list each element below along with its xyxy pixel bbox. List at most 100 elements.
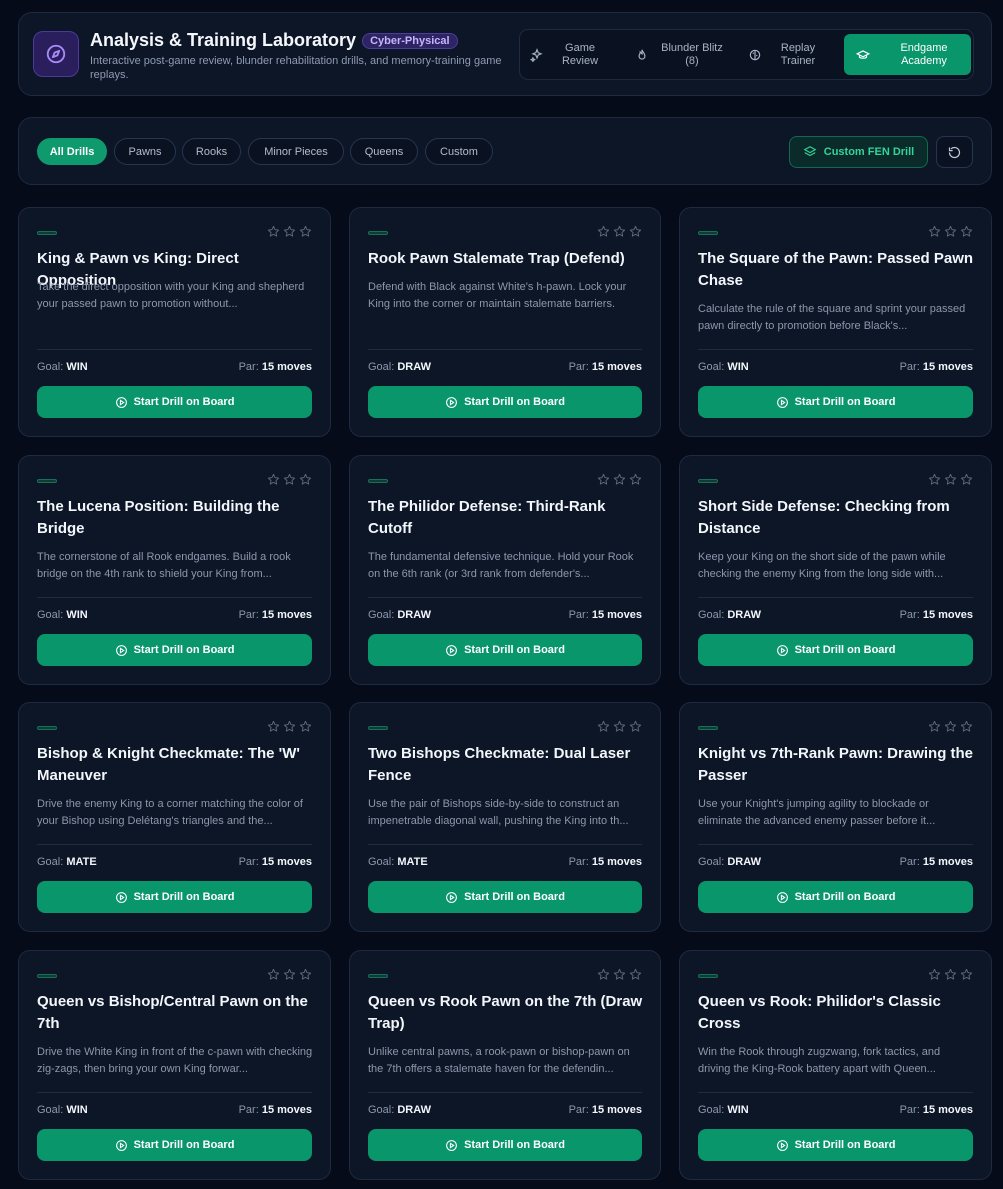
divider (37, 844, 312, 845)
divider (698, 1092, 973, 1093)
drill-description: Take the direct opposition with your Kin… (37, 281, 305, 310)
filter-chip-rooks[interactable]: Rooks (182, 138, 241, 165)
play-circle-icon (115, 891, 127, 903)
star-icon (267, 473, 280, 485)
goal-label: Goal: (368, 609, 395, 621)
flame-icon (638, 49, 646, 60)
brain-icon (749, 49, 761, 60)
start-drill-label: Start Drill on Board (464, 891, 565, 903)
drill-card: Queen vs Rook: Philidor's Classic Cross … (679, 950, 992, 1180)
par-label: Par: (899, 856, 920, 868)
drill-description: Calculate the rule of the square and spr… (698, 303, 966, 332)
play-circle-icon (446, 644, 457, 656)
goal-value: WIN (66, 1104, 88, 1116)
drill-goal: Goal: DRAW (368, 609, 431, 621)
star-icon (267, 225, 280, 237)
start-drill-button[interactable]: Start Drill on Board (368, 881, 642, 913)
star-rating (928, 225, 973, 238)
star-icon (928, 225, 941, 237)
start-drill-button[interactable]: Start Drill on Board (698, 386, 973, 418)
star-icon (960, 473, 973, 485)
start-drill-button[interactable]: Start Drill on Board (368, 1129, 642, 1161)
start-drill-button[interactable]: Start Drill on Board (698, 881, 973, 913)
reset-button[interactable] (936, 136, 973, 168)
filter-chip-pawns[interactable]: Pawns (114, 138, 176, 165)
start-drill-button[interactable]: Start Drill on Board (37, 386, 312, 418)
star-rating (597, 473, 642, 486)
category-tag (698, 231, 718, 235)
category-tag (37, 479, 57, 483)
custom-fen-drill-button[interactable]: Custom FEN Drill (789, 136, 928, 168)
star-icon (283, 968, 296, 980)
start-drill-label: Start Drill on Board (133, 396, 235, 408)
drill-card: Queen vs Bishop/Central Pawn on the 7th … (18, 950, 331, 1180)
drill-goal: Goal: DRAW (368, 1104, 431, 1116)
play-circle-icon (446, 396, 457, 408)
drill-title: The Square of the Pawn: Passed Pawn Chas… (698, 250, 974, 289)
drill-goal: Goal: WIN (698, 1104, 749, 1116)
divider (368, 597, 642, 598)
start-drill-button[interactable]: Start Drill on Board (698, 634, 973, 666)
drill-description: Drive the White King in front of the c-p… (37, 1046, 313, 1075)
drill-par: Par: 15 moves (569, 1104, 642, 1116)
drill-title: Knight vs 7th-Rank Pawn: Drawing the Pas… (698, 745, 974, 784)
filter-chip-custom[interactable]: Custom (425, 138, 493, 165)
start-drill-button[interactable]: Start Drill on Board (368, 386, 642, 418)
drill-goal: Goal: DRAW (698, 609, 761, 621)
drill-par: Par: 15 moves (569, 361, 642, 373)
drill-description: Defend with Black against White's h-pawn… (368, 281, 627, 310)
divider (368, 844, 642, 845)
goal-value: WIN (727, 361, 749, 373)
star-rating (597, 968, 642, 981)
tab-endgame-academy[interactable]: Endgame Academy (844, 34, 971, 75)
drill-par: Par: 15 moves (569, 609, 642, 621)
drill-description: Use the pair of Bishops side-by-side to … (368, 798, 629, 827)
start-drill-button[interactable]: Start Drill on Board (37, 634, 312, 666)
tab-blunder-blitz[interactable]: Blunder Blitz (8) (635, 34, 737, 75)
tab-game-review[interactable]: Game Review (530, 34, 625, 75)
tab-label: Blunder Blitz (8) (661, 41, 723, 67)
app-header: Analysis & Training Laboratory Cyber-Phys… (18, 12, 992, 96)
drill-title: The Philidor Defense: Third-Rank Cutoff (368, 498, 606, 537)
drill-goal: Goal: WIN (37, 1104, 88, 1116)
star-rating (928, 473, 973, 486)
play-circle-icon (776, 891, 788, 903)
filter-chip-queens[interactable]: Queens (350, 138, 418, 165)
star-icon (928, 968, 941, 980)
start-drill-button[interactable]: Start Drill on Board (368, 634, 642, 666)
filter-bar: All Drills Pawns Rooks Minor Pieces Quee… (18, 117, 992, 185)
star-rating (267, 225, 312, 238)
filter-chip-all-drills[interactable]: All Drills (37, 138, 107, 165)
star-icon (299, 473, 312, 485)
start-drill-label: Start Drill on Board (794, 644, 896, 656)
custom-fen-label: Custom FEN Drill (823, 146, 915, 158)
category-tag (368, 231, 388, 235)
filter-chip-minor-pieces[interactable]: Minor Pieces (248, 138, 344, 165)
drill-description: Keep your King on the short side of the … (698, 551, 946, 580)
start-drill-button[interactable]: Start Drill on Board (37, 1129, 312, 1161)
start-drill-button[interactable]: Start Drill on Board (698, 1129, 973, 1161)
drill-goal: Goal: MATE (368, 856, 428, 868)
graduation-cap-icon (856, 49, 870, 59)
star-rating (267, 473, 312, 486)
drill-title: Queen vs Bishop/Central Pawn on the 7th (37, 993, 308, 1032)
start-drill-label: Start Drill on Board (464, 1139, 565, 1151)
tab-label: Game Review (561, 41, 599, 67)
goal-value: DRAW (397, 1104, 431, 1116)
divider (698, 844, 973, 845)
star-icon (267, 968, 280, 980)
mode-badge: Cyber-Physical (362, 33, 458, 49)
drill-description: The cornerstone of all Rook endgames. Bu… (37, 551, 291, 580)
star-icon (944, 720, 957, 732)
star-icon (629, 473, 642, 485)
star-icon (299, 720, 312, 732)
play-circle-icon (115, 644, 127, 656)
star-icon (283, 225, 296, 237)
tab-replay-trainer[interactable]: Replay Trainer (748, 34, 843, 75)
divider (368, 349, 642, 350)
drill-par: Par: 15 moves (900, 361, 973, 373)
drill-title: Queen vs Rook Pawn on the 7th (Draw Trap… (368, 993, 643, 1032)
start-drill-button[interactable]: Start Drill on Board (37, 881, 312, 913)
divider (368, 1092, 642, 1093)
par-value: 15 moves (922, 609, 973, 621)
